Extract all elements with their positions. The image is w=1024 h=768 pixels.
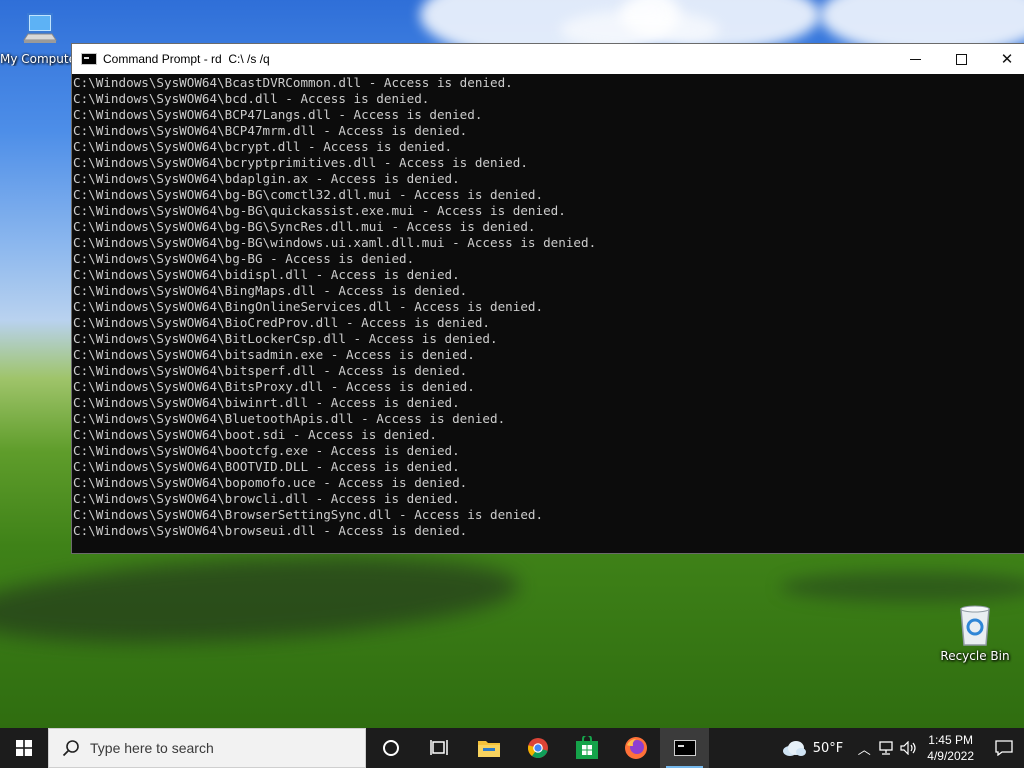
console-line: C:\Windows\SysWOW64\BingMaps.dll - Acces… xyxy=(73,283,468,298)
console-line: C:\Windows\SysWOW64\bidispl.dll - Access… xyxy=(73,267,460,282)
task-view-icon xyxy=(429,740,448,755)
console-line: C:\Windows\SysWOW64\bg-BG\quickassist.ex… xyxy=(73,203,566,218)
notifications-button[interactable] xyxy=(984,728,1024,768)
console-line: C:\Windows\SysWOW64\bg-BG\comctl32.dll.m… xyxy=(73,187,544,202)
desktop-icon-label: Recycle Bin xyxy=(940,649,1010,663)
cloud-icon xyxy=(782,741,806,756)
close-icon: ✕ xyxy=(1000,50,1014,68)
taskbar-task-view-button[interactable] xyxy=(415,728,464,768)
taskbar-store[interactable] xyxy=(562,728,611,768)
taskbar-chrome[interactable] xyxy=(513,728,562,768)
console-line: C:\Windows\SysWOW64\BrowserSettingSync.d… xyxy=(73,507,544,522)
chevron-up-icon: ︿ xyxy=(857,742,871,758)
console-line: C:\Windows\SysWOW64\bitsadmin.exe - Acce… xyxy=(73,347,475,362)
folder-icon xyxy=(477,741,500,757)
weather-temperature: 50°F xyxy=(812,740,844,756)
search-box[interactable]: Type here to search xyxy=(48,728,366,768)
window-title: Command Prompt - rd C:\ /s /q xyxy=(103,52,270,66)
start-button[interactable] xyxy=(0,728,48,768)
console-line: C:\Windows\SysWOW64\browseui.dll - Acces… xyxy=(73,523,468,538)
volume-icon[interactable] xyxy=(897,741,921,755)
minimize-icon xyxy=(909,58,921,60)
console-line: C:\Windows\SysWOW64\bopomofo.uce - Acces… xyxy=(73,475,468,490)
taskbar: Type here to search 50°F ︿ 1:45 PM 4/9/2… xyxy=(0,728,1024,768)
store-icon xyxy=(575,736,598,759)
clock-time: 1:45 PM xyxy=(928,733,973,747)
chrome-icon xyxy=(527,738,548,758)
console-line: C:\Windows\SysWOW64\BluetoothApis.dll - … xyxy=(73,411,506,426)
command-prompt-window[interactable]: Command Prompt - rd C:\ /s /q ✕ C:\Windo… xyxy=(71,43,1024,554)
desktop-icon-recycle-bin[interactable]: Recycle Bin xyxy=(935,603,1015,663)
windows-logo-icon xyxy=(16,740,32,756)
console-line: C:\Windows\SysWOW64\bcryptprimitives.dll… xyxy=(73,155,528,170)
console-line: C:\Windows\SysWOW64\BitsProxy.dll - Acce… xyxy=(73,379,475,394)
maximize-button[interactable] xyxy=(938,44,984,74)
weather-widget[interactable]: 50°F xyxy=(781,728,854,768)
search-placeholder: Type here to search xyxy=(90,740,214,756)
taskbar-command-prompt[interactable] xyxy=(660,728,709,768)
show-hidden-icons-button[interactable]: ︿ xyxy=(853,739,875,758)
close-button[interactable]: ✕ xyxy=(984,44,1024,74)
console-line: C:\Windows\SysWOW64\BcastDVRCommon.dll -… xyxy=(73,75,513,90)
computer-icon xyxy=(20,10,60,50)
console-line: C:\Windows\SysWOW64\BOOTVID.DLL - Access… xyxy=(73,459,460,474)
console-line: C:\Windows\SysWOW64\bdaplgin.ax - Access… xyxy=(73,171,460,186)
cmd-icon xyxy=(81,53,97,65)
notification-icon xyxy=(995,740,1013,756)
maximize-icon xyxy=(955,53,967,65)
clock[interactable]: 1:45 PM 4/9/2022 xyxy=(927,732,974,764)
console-line: C:\Windows\SysWOW64\BCP47mrm.dll - Acces… xyxy=(73,123,468,138)
recycle-bin-icon xyxy=(955,603,995,647)
cmd-icon xyxy=(673,740,696,756)
console-line: C:\Windows\SysWOW64\bitsperf.dll - Acces… xyxy=(73,363,468,378)
console-line: C:\Windows\SysWOW64\boot.sdi - Access is… xyxy=(73,427,437,442)
network-icon[interactable] xyxy=(875,741,897,755)
console-line: C:\Windows\SysWOW64\BingOnlineServices.d… xyxy=(73,299,544,314)
console-line: C:\Windows\SysWOW64\bcrypt.dll - Access … xyxy=(73,139,453,154)
window-titlebar[interactable]: Command Prompt - rd C:\ /s /q ✕ xyxy=(72,44,1024,74)
desktop-icon-label: My Computer xyxy=(0,52,72,66)
taskbar-file-explorer[interactable] xyxy=(464,728,513,768)
desktop-icon-my-computer[interactable]: My Computer xyxy=(0,10,80,66)
console-line: C:\Windows\SysWOW64\biwinrt.dll - Access… xyxy=(73,395,460,410)
console-line: C:\Windows\SysWOW64\bg-BG - Access is de… xyxy=(73,251,415,266)
minimize-button[interactable] xyxy=(892,44,938,74)
clock-date: 4/9/2022 xyxy=(927,749,974,763)
search-icon xyxy=(62,740,79,757)
cortana-circle-icon xyxy=(382,740,399,756)
firefox-icon xyxy=(624,737,647,759)
console-line: C:\Windows\SysWOW64\bcd.dll - Access is … xyxy=(73,91,430,106)
console-line: C:\Windows\SysWOW64\bootcfg.exe - Access… xyxy=(73,443,460,458)
console-output[interactable]: C:\Windows\SysWOW64\BcastDVRCommon.dll -… xyxy=(72,74,1024,553)
console-line: C:\Windows\SysWOW64\browcli.dll - Access… xyxy=(73,491,460,506)
system-tray: 50°F ︿ 1:45 PM 4/9/2022 xyxy=(781,728,1024,768)
console-line: C:\Windows\SysWOW64\BioCredProv.dll - Ac… xyxy=(73,315,491,330)
console-line: C:\Windows\SysWOW64\bg-BG\SyncRes.dll.mu… xyxy=(73,219,536,234)
taskbar-cortana-button[interactable] xyxy=(366,728,415,768)
console-line: C:\Windows\SysWOW64\bg-BG\windows.ui.xam… xyxy=(73,235,597,250)
console-line: C:\Windows\SysWOW64\BitLockerCsp.dll - A… xyxy=(73,331,498,346)
console-line: C:\Windows\SysWOW64\BCP47Langs.dll - Acc… xyxy=(73,107,483,122)
taskbar-firefox[interactable] xyxy=(611,728,660,768)
